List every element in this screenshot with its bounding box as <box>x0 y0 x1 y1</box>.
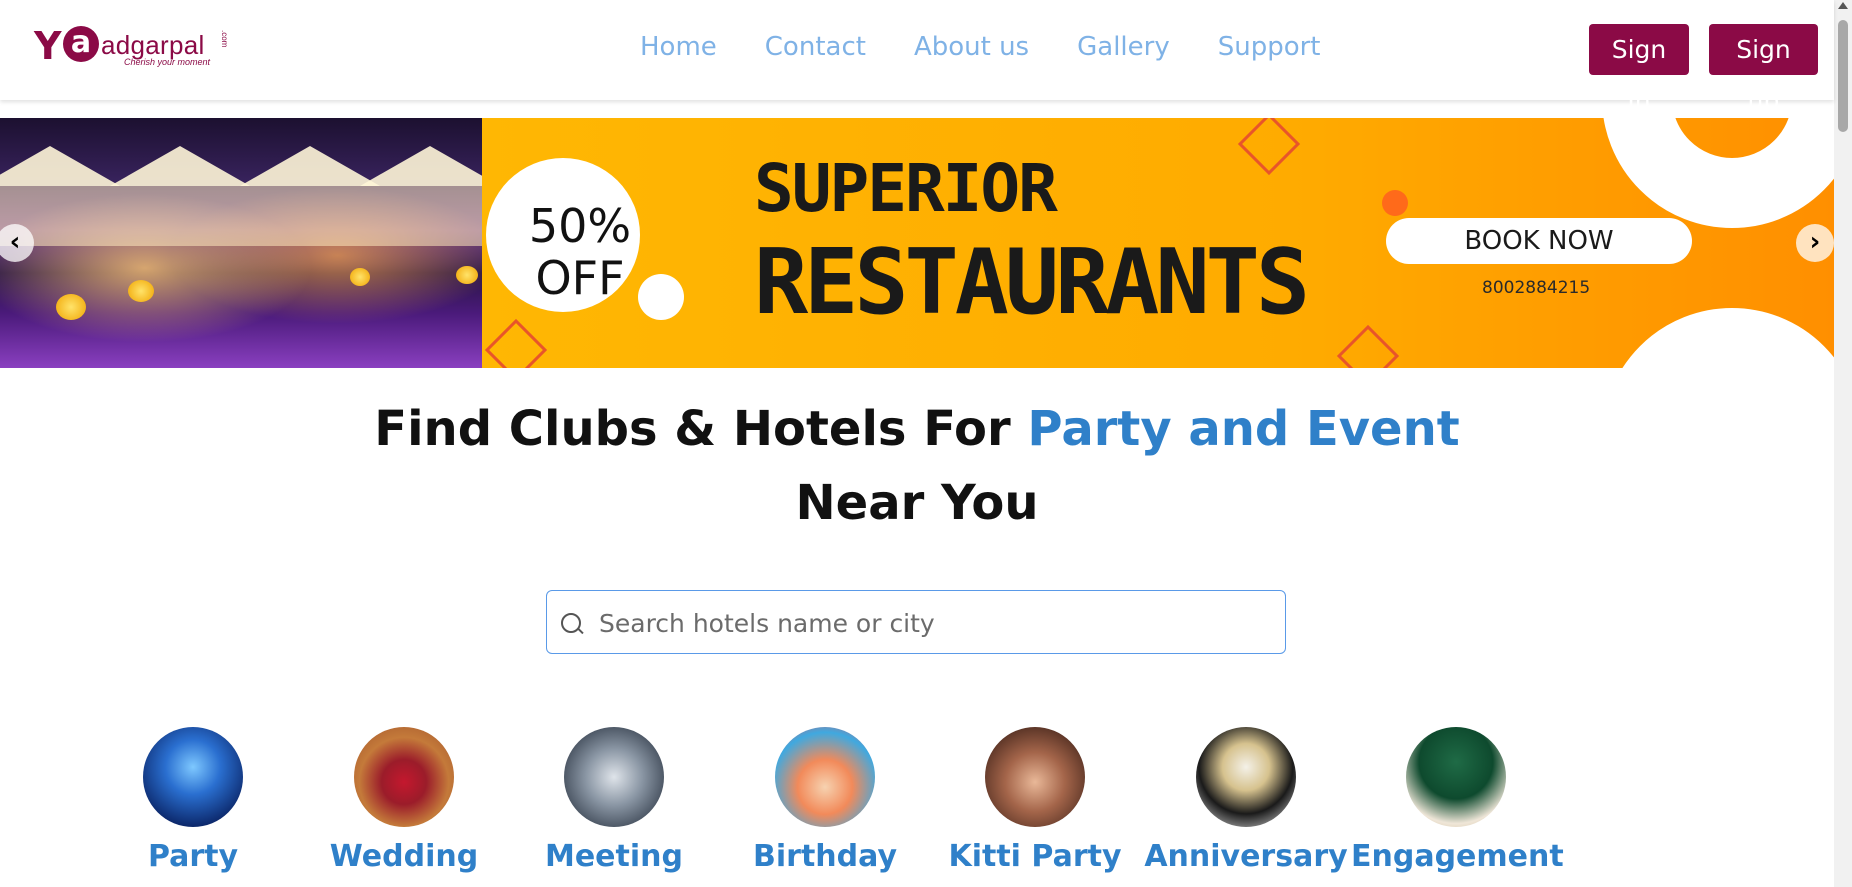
category-label: Meeting <box>544 839 683 874</box>
birthday-image <box>775 727 875 827</box>
tent-roof <box>110 146 250 186</box>
category-engagement[interactable]: Engagement <box>1351 727 1564 874</box>
decorative-diamond <box>1336 324 1400 368</box>
carousel-next-button[interactable]: › <box>1796 224 1834 262</box>
decorative-diamond <box>484 318 548 368</box>
hero-title: Find Clubs & Hotels For Party and Event … <box>0 392 1834 540</box>
category-label: Birthday <box>753 839 897 874</box>
category-kitti-party[interactable]: Kitti Party <box>930 727 1140 874</box>
decorative-curve <box>1602 118 1834 228</box>
tent-roof <box>0 146 120 186</box>
sign-in-button[interactable]: Sign In <box>1589 24 1689 115</box>
floating-lantern <box>456 266 478 284</box>
tent-roof <box>360 146 500 186</box>
category-meeting[interactable]: Meeting <box>509 727 719 874</box>
tent-lights <box>0 186 482 246</box>
chevron-left-icon: ‹ <box>9 227 21 257</box>
party-image <box>143 727 243 827</box>
anniversary-image <box>1196 727 1296 827</box>
wedding-image <box>354 727 454 827</box>
category-party[interactable]: Party <box>88 727 298 874</box>
promo-headline-top: SUPERIOR <box>754 150 1058 227</box>
nav-link-home[interactable]: Home <box>640 32 717 62</box>
scroll-up-arrow-icon[interactable] <box>1838 2 1848 9</box>
search-icon <box>561 613 581 633</box>
book-now-cta[interactable]: BOOK NOW <box>1386 218 1692 264</box>
banner-promo-graphic: 50% OFF SUPERIOR RESTAURANTS BOOK NOW 80… <box>482 118 1834 368</box>
sign-up-button[interactable]: Sign up <box>1709 24 1818 115</box>
category-label: Anniversary <box>1144 839 1348 874</box>
promo-phone-number: 8002884215 <box>1482 278 1591 298</box>
hero-title-line2: Near You <box>795 475 1039 531</box>
nav-link-support[interactable]: Support <box>1218 32 1321 62</box>
category-anniversary[interactable]: Anniversary <box>1141 727 1351 874</box>
engagement-image <box>1406 727 1506 827</box>
main-nav: Home Contact About us Gallery Support <box>640 32 1369 62</box>
search-input[interactable] <box>597 591 1271 655</box>
floating-lantern <box>128 280 154 302</box>
hero-title-accent: Party and Event <box>1027 401 1460 457</box>
nav-link-contact[interactable]: Contact <box>765 32 866 62</box>
discount-percent: 50% <box>528 199 632 253</box>
decorative-curve <box>1602 308 1834 368</box>
promo-headline-main: RESTAURANTS <box>754 230 1310 335</box>
category-birthday[interactable]: Birthday <box>720 727 930 874</box>
hero-title-part1: Find Clubs & Hotels For <box>374 401 1028 457</box>
discount-off: OFF <box>535 251 625 305</box>
category-label: Engagement <box>1351 839 1564 874</box>
nav-link-about-us[interactable]: About us <box>914 32 1029 62</box>
meeting-image <box>564 727 664 827</box>
nav-link-gallery[interactable]: Gallery <box>1077 32 1170 62</box>
logo-tagline: Cherish your moment <box>124 57 211 67</box>
logo-letter-y: Y <box>34 24 61 68</box>
chevron-right-icon: › <box>1809 227 1821 257</box>
decorative-orange-dot <box>1382 190 1408 216</box>
decorative-dot <box>638 274 684 320</box>
scrollbar-thumb[interactable] <box>1838 20 1848 132</box>
decorative-diamond <box>1237 118 1301 176</box>
banner-event-photo <box>0 118 500 368</box>
category-label: Party <box>147 839 239 874</box>
logo-letter-a-badge: a <box>63 26 99 62</box>
tent-roof <box>240 146 380 186</box>
kitti-party-image <box>985 727 1085 827</box>
category-wedding[interactable]: Wedding <box>299 727 509 874</box>
floating-lantern <box>56 294 86 320</box>
page-scrollbar[interactable] <box>1834 0 1852 887</box>
promo-carousel: 50% OFF SUPERIOR RESTAURANTS BOOK NOW 80… <box>0 118 1834 368</box>
floating-lantern <box>350 268 370 286</box>
category-label: Wedding <box>329 839 479 874</box>
category-label: Kitti Party <box>948 839 1122 874</box>
discount-text: 50% OFF <box>520 200 640 304</box>
brand-logo[interactable]: Y a adgarpal .com Cherish your moment <box>34 22 234 70</box>
top-navbar: Y a adgarpal .com Cherish your moment Ho… <box>0 0 1834 115</box>
search-bar[interactable] <box>546 590 1286 655</box>
event-categories: Party Wedding Meeting Birthday Kitti Par… <box>88 727 1588 887</box>
logo-dotcom: .com <box>220 30 229 48</box>
